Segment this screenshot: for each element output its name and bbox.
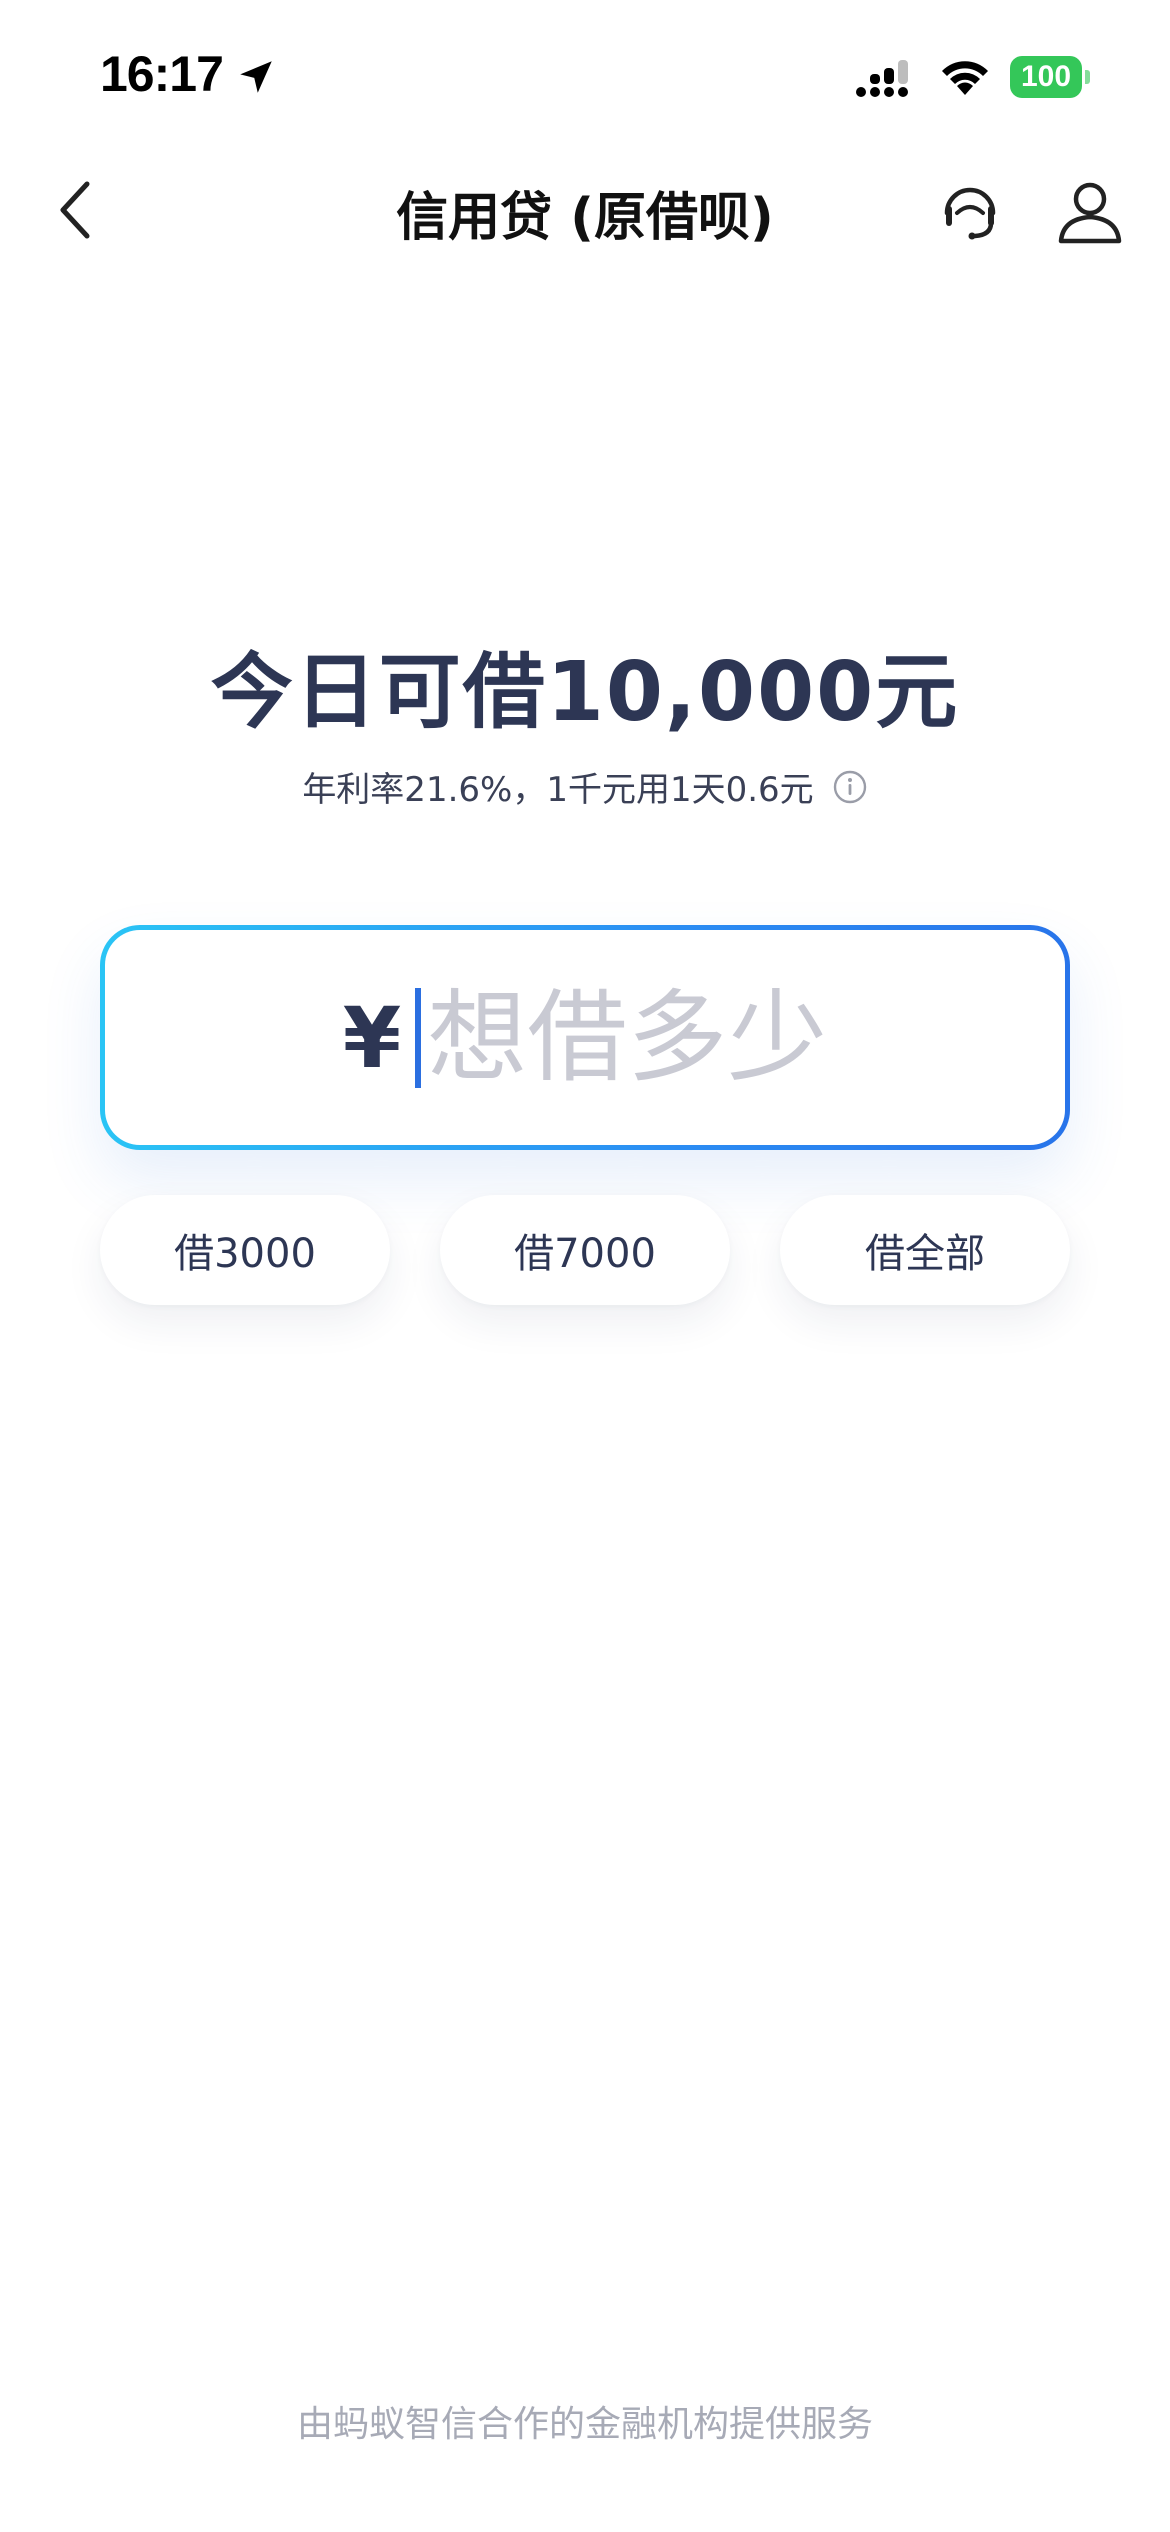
battery-indicator: 100 <box>1010 56 1090 98</box>
currency-symbol: ¥ <box>342 988 402 1087</box>
interest-rate-info: 年利率21.6%，1千元用1天0.6元 <box>0 762 1170 811</box>
rate-text: 年利率21.6%，1千元用1天0.6元 <box>302 770 814 810</box>
quick-amount-options: 借3000 借7000 借全部 <box>100 1195 1070 1305</box>
location-arrow-icon <box>240 61 272 93</box>
wifi-icon <box>942 61 988 95</box>
borrow-3000-button[interactable]: 借3000 <box>100 1195 390 1305</box>
status-time: 16:17 <box>100 46 224 102</box>
provider-disclaimer: 由蚂蚁智信合作的金融机构提供服务 <box>296 2404 873 2445</box>
amount-input[interactable] <box>427 979 828 1096</box>
amount-input-box[interactable]: ¥ <box>100 925 1070 1150</box>
available-amount-headline: 今日可借10,000元 <box>210 645 960 740</box>
amount-input-inner: ¥ <box>105 930 1065 1145</box>
info-icon[interactable] <box>832 769 868 805</box>
text-caret <box>415 987 422 1088</box>
battery-cap <box>1085 70 1090 84</box>
cellular-signal-icon <box>856 60 908 97</box>
status-bar: 16:17 100 <box>0 0 1170 150</box>
battery-level: 100 <box>1010 56 1082 98</box>
headset-icon <box>944 187 996 240</box>
borrow-all-button[interactable]: 借全部 <box>780 1195 1070 1305</box>
borrow-7000-button[interactable]: 借7000 <box>440 1195 730 1305</box>
customer-service-button[interactable] <box>930 172 1010 252</box>
user-icon <box>1058 182 1122 244</box>
profile-button[interactable] <box>1050 172 1130 252</box>
nav-bar: 信用贷 (原借呗) <box>0 150 1170 270</box>
